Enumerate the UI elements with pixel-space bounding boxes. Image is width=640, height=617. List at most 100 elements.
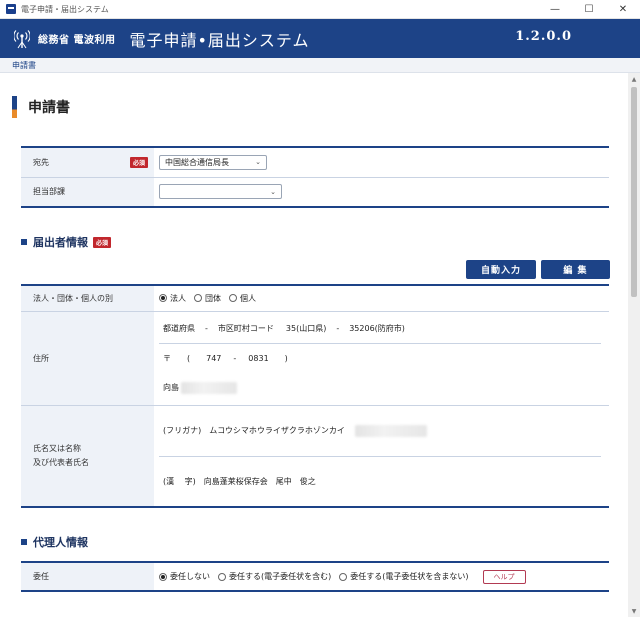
type-field-cell: 法人 団体 個人 bbox=[154, 284, 609, 312]
furigana-line: (フリガナ) ムコウシマホウライザクラホゾンカイ bbox=[159, 406, 609, 456]
destination-value: 中国総合通信局長 bbox=[165, 157, 229, 167]
delegation-label-cell: 委任 bbox=[21, 561, 154, 592]
name-label-cell: 氏名又は名称 及び代表者氏名 bbox=[21, 405, 154, 508]
kanji-label: (漢 字) bbox=[163, 476, 196, 486]
destination-label: 宛先 bbox=[33, 157, 49, 167]
radio-unselected-icon bbox=[339, 572, 348, 581]
delegation-label: 委任 bbox=[33, 572, 49, 581]
applicant-section-header: 届出者情報 必須 bbox=[21, 234, 112, 250]
agent-table: 委任 委任しない 委任する(電子委任状を含む) 委任する(電子委任状を含まない) bbox=[21, 561, 609, 592]
app-icon bbox=[6, 4, 16, 14]
name-field-cell: (フリガナ) ムコウシマホウライザクラホゾンカイ (漢 字) 向島蓬莱桜保存会 … bbox=[154, 405, 609, 508]
agent-section-header: 代理人情報 bbox=[21, 534, 88, 550]
radio-individual[interactable]: 個人 bbox=[229, 293, 256, 304]
ministry-label: 総務省 電波利用 bbox=[38, 35, 116, 46]
pref-label: 都道府県 bbox=[163, 324, 195, 333]
radio-no-delegation[interactable]: 委任しない bbox=[159, 571, 210, 582]
address-label-cell: 住所 bbox=[21, 311, 154, 406]
pref-value: 35(山口県) bbox=[285, 324, 327, 333]
radio-selected-icon bbox=[159, 294, 167, 303]
app-header: 総務省 電波利用 電子申請•届出システム 1.2.0.0 bbox=[0, 19, 640, 58]
destination-select[interactable]: 中国総合通信局長 ⌄ bbox=[159, 154, 267, 170]
radio-label: 委任する(電子委任状を含む) bbox=[229, 572, 332, 581]
redacted-text bbox=[181, 381, 237, 394]
destination-field-cell: 中国総合通信局長 ⌄ bbox=[154, 146, 609, 178]
chevron-down-icon: ⌄ bbox=[270, 187, 276, 196]
street-value: 向島 bbox=[163, 383, 179, 392]
radio-unselected-icon bbox=[194, 294, 202, 303]
kanji-line: (漢 字) 向島蓬莱桜保存会 尾中 俊之 bbox=[159, 457, 609, 506]
destination-label-cell: 宛先 必須 bbox=[21, 146, 154, 178]
paren-open: ( bbox=[187, 354, 191, 363]
window-controls: — ☐ ✕ bbox=[538, 0, 640, 19]
close-button[interactable]: ✕ bbox=[606, 0, 640, 19]
street-line: 向島 bbox=[159, 373, 609, 402]
department-field-cell: ⌄ bbox=[154, 177, 609, 208]
applicant-section-title: 届出者情報 bbox=[33, 236, 88, 249]
delegation-field-cell: 委任しない 委任する(電子委任状を含む) 委任する(電子委任状を含まない) ヘル… bbox=[154, 561, 609, 592]
department-select[interactable]: ⌄ bbox=[159, 184, 282, 200]
applicant-table: 法人・団体・個人の別 法人 団体 個人 住所 都道府県 - 市区町村コード 35… bbox=[21, 284, 609, 508]
help-button[interactable]: ヘルプ bbox=[482, 569, 526, 584]
radio-label: 委任する(電子委任状を含まない) bbox=[350, 572, 469, 581]
scroll-down-icon[interactable]: ▼ bbox=[628, 605, 640, 617]
redacted-text bbox=[354, 424, 427, 437]
maximize-button[interactable]: ☐ bbox=[572, 0, 606, 19]
radio-unselected-icon bbox=[229, 294, 237, 303]
required-badge: 必須 bbox=[93, 236, 112, 248]
address-label: 住所 bbox=[33, 353, 49, 363]
basic-info-table: 宛先 必須 中国総合通信局長 ⌄ 担当部課 ⌄ bbox=[21, 146, 609, 208]
delegation-radio-group: 委任しない 委任する(電子委任状を含む) 委任する(電子委任状を含まない) ヘル… bbox=[159, 569, 609, 584]
paren-close: ) bbox=[284, 354, 288, 363]
kanji-value: 向島蓬莱桜保存会 尾中 俊之 bbox=[203, 476, 316, 486]
radio-delegation-without-e-proxy[interactable]: 委任する(電子委任状を含まない) bbox=[339, 571, 469, 582]
postal-second: 0831 bbox=[248, 354, 269, 363]
window-title-bar: 電子申請・届出システム — ☐ ✕ bbox=[0, 0, 640, 19]
breadcrumb-item[interactable]: 申請書 bbox=[12, 60, 36, 71]
type-label-cell: 法人・団体・個人の別 bbox=[21, 284, 154, 312]
radio-delegation-with-e-proxy[interactable]: 委任する(電子委任状を含む) bbox=[218, 571, 331, 582]
page-title: 申請書 bbox=[28, 100, 70, 116]
postal-line: 〒 ( 747 - 0831 ) bbox=[159, 344, 609, 373]
vertical-scrollbar[interactable]: ▲ ▼ bbox=[628, 73, 640, 617]
city-code-label: 市区町村コード bbox=[217, 324, 274, 333]
address-region-line: 都道府県 - 市区町村コード 35(山口県) - 35206(防府市) bbox=[159, 314, 609, 343]
address-field-cell: 都道府県 - 市区町村コード 35(山口県) - 35206(防府市) 〒 (… bbox=[154, 311, 609, 406]
radio-label: 法人 bbox=[170, 293, 186, 303]
scrollbar-thumb[interactable] bbox=[631, 87, 637, 297]
section-square-icon bbox=[21, 239, 27, 245]
type-label: 法人・団体・個人の別 bbox=[33, 293, 113, 303]
department-label: 担当部課 bbox=[33, 187, 65, 197]
name-label-line1: 氏名又は名称 bbox=[33, 444, 81, 453]
separator: - bbox=[205, 324, 208, 333]
page-title-row: 申請書 bbox=[12, 96, 70, 118]
radio-label: 団体 bbox=[205, 293, 221, 303]
auto-input-button[interactable]: 自動入力 bbox=[466, 260, 536, 279]
separator: - bbox=[336, 324, 340, 333]
antenna-icon bbox=[14, 29, 30, 49]
postal-first: 747 bbox=[206, 354, 222, 363]
chevron-down-icon: ⌄ bbox=[255, 158, 261, 167]
scroll-up-icon[interactable]: ▲ bbox=[628, 73, 640, 85]
form-scroll-area: 申請書 宛先 必須 中国総合通信局長 ⌄ 担当部課 ⌄ 届出者情報 必須 自動入… bbox=[0, 73, 628, 617]
department-label-cell: 担当部課 bbox=[21, 177, 154, 208]
radio-label: 個人 bbox=[240, 293, 256, 303]
window-title: 電子申請・届出システム bbox=[21, 4, 109, 14]
edit-button[interactable]: 編 集 bbox=[541, 260, 610, 279]
title-accent-bar bbox=[12, 96, 17, 118]
furigana-label: (フリガナ) bbox=[163, 426, 202, 435]
radio-label: 委任しない bbox=[170, 572, 210, 581]
postal-mark: 〒 bbox=[163, 354, 171, 363]
section-square-icon bbox=[21, 539, 27, 545]
radio-organization[interactable]: 団体 bbox=[194, 293, 221, 304]
name-label-line2: 及び代表者氏名 bbox=[33, 458, 89, 467]
required-badge: 必須 bbox=[129, 156, 148, 168]
type-radio-group: 法人 団体 個人 bbox=[159, 293, 609, 304]
radio-corporation[interactable]: 法人 bbox=[159, 293, 186, 304]
version-label: 1.2.0.0 bbox=[515, 29, 572, 44]
separator: - bbox=[233, 354, 237, 363]
system-title: 電子申請•届出システム bbox=[129, 30, 310, 50]
minimize-button[interactable]: — bbox=[538, 0, 572, 19]
agent-section-title: 代理人情報 bbox=[33, 536, 88, 549]
radio-selected-icon bbox=[159, 572, 167, 581]
